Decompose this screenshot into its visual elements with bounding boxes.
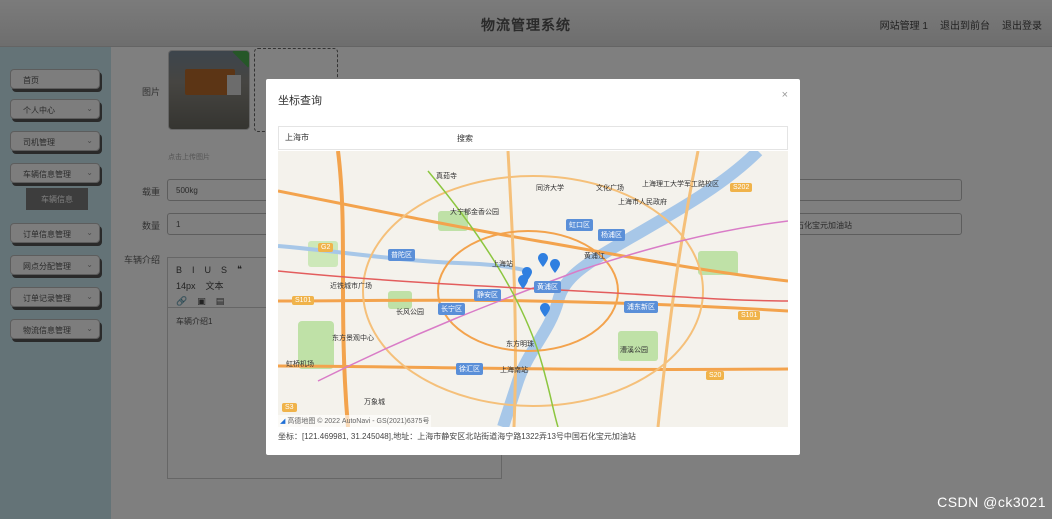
district-label: 徐汇区 [456,363,483,375]
map-marker-icon[interactable] [540,303,550,317]
map-label: 长风公园 [396,309,424,316]
map-label: 万象城 [364,399,385,406]
district-label: 普陀区 [388,249,415,261]
map-label: 文化广场 [596,185,624,192]
map-label: 上海理工大学军工路校区 [642,181,719,188]
map-label: 漕溪公园 [620,347,648,354]
map-attribution: ◢ 高德地图 © 2022 AutoNavi - GS(2021)6375号 [278,415,432,427]
road-shield: S202 [730,183,753,192]
road-shield: G2 [318,243,334,252]
map-marker-icon[interactable] [538,253,548,267]
map-marker-icon[interactable] [550,259,560,273]
map-label: 黄浦江 [584,253,605,260]
road-shield: S101 [738,311,761,320]
map-search-bar: 搜索 [278,126,788,150]
map-label: 上海市人民政府 [618,199,667,206]
watermark: CSDN @ck3021 [937,494,1046,510]
road-shield: S3 [282,403,297,412]
district-label: 虹口区 [566,219,593,231]
district-label: 静安区 [474,289,501,301]
district-label: 浦东新区 [624,301,658,313]
close-icon[interactable]: × [782,89,788,101]
map-attribution-text: 高德地图 © 2022 AutoNavi - GS(2021)6375号 [287,418,430,425]
coordinate-dialog: 坐标查询 × 搜索 [266,79,800,455]
map-search-input[interactable] [285,133,445,142]
map-marker-icon[interactable] [518,275,528,289]
map-label: 东方明珠 [506,341,534,348]
road-shield: S101 [292,296,315,305]
search-button[interactable]: 搜索 [457,133,473,144]
district-label: 长宁区 [438,303,465,315]
map-view[interactable]: 真茹寺 同济大学 文化广场 上海理工大学军工路校区 S202 上海市人民政府 大… [278,151,788,427]
map-logo-icon: ◢ [280,418,286,425]
road-shield: S20 [706,371,725,380]
map-label: 东方景观中心 [332,335,374,342]
map-label: 近铁城市广场 [330,283,372,290]
district-label: 杨浦区 [598,229,625,241]
map-label: 大宁郁金香公园 [450,209,499,216]
coordinate-result: 坐标：[121.469981, 31.245048],地址：上海市静安区北站街道… [278,432,636,441]
map-label: 真茹寺 [436,173,457,180]
map-label: 上海站 [492,261,513,268]
map-label: 同济大学 [536,185,564,192]
map-label: 虹桥机场 [286,361,314,368]
map-label: 上海南站 [500,367,528,374]
district-label: 黄浦区 [534,281,561,293]
dialog-title: 坐标查询 [278,95,322,107]
